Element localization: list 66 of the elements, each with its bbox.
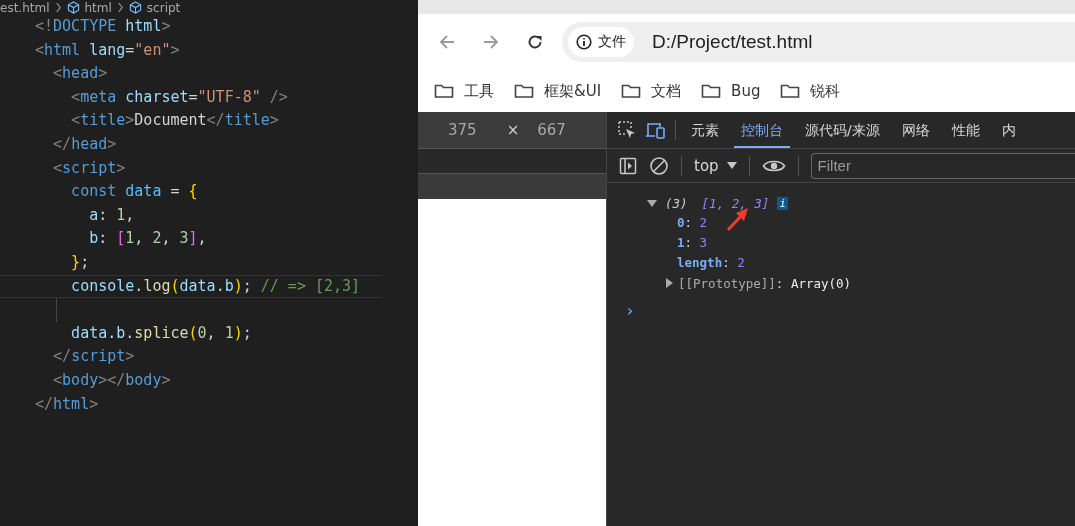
prototype-property[interactable]: [[Prototype]]: Array(0)	[678, 275, 852, 291]
code-line: b: [1, 2, 3],	[88, 228, 208, 250]
breadcrumb-item[interactable]: html	[84, 0, 112, 15]
code-line: };	[70, 251, 91, 273]
code-line: </html>	[35, 393, 100, 415]
folder-icon	[701, 83, 722, 99]
code-line: <script>	[52, 157, 127, 179]
bookmark-folder[interactable]: Bug	[701, 82, 761, 100]
array-property: 0: 2	[677, 214, 708, 232]
devtools-tab[interactable]: 性能	[944, 112, 987, 148]
reload-icon[interactable]	[526, 33, 544, 51]
viewport-height[interactable]: 667	[537, 121, 566, 139]
info-icon	[576, 34, 592, 50]
array-length: (3)	[665, 195, 688, 211]
devtools-tab[interactable]: 网络	[894, 112, 937, 148]
code-line: </script>	[52, 346, 136, 368]
array-property: length: 2	[677, 254, 745, 272]
expand-triangle-icon[interactable]	[647, 198, 657, 208]
caret-icon	[726, 161, 737, 170]
device-toggle-icon[interactable]	[645, 120, 667, 140]
code-line: </head>	[52, 133, 118, 155]
cube-icon	[66, 1, 80, 14]
devtools-tab[interactable]: 内	[994, 112, 1023, 148]
site-info-chip[interactable]: 文件	[568, 27, 634, 57]
url-text: D:/Project/test.html	[652, 31, 813, 53]
bookmark-folder[interactable]: 文档	[621, 81, 682, 101]
clear-icon[interactable]	[649, 155, 669, 176]
bookmark-folder[interactable]: 框架&UI	[514, 81, 602, 101]
breadcrumb-item[interactable]: est.html	[0, 0, 50, 15]
code-line: <html lang="en">	[35, 39, 181, 61]
inspect-icon[interactable]	[617, 120, 637, 140]
breadcrumb-item[interactable]: script	[146, 0, 181, 15]
folder-icon	[514, 83, 534, 99]
address-bar[interactable]: 文件 D:/Project/test.html	[562, 22, 1075, 62]
code-line: a: 1,	[88, 204, 136, 226]
bookmark-folder[interactable]: 工具	[434, 81, 494, 101]
devtools-tab[interactable]: 元素	[684, 112, 726, 148]
bookmark-folder[interactable]: 锐科	[780, 81, 841, 101]
chevron-icon	[116, 2, 124, 13]
code-line: <title>Document</title>	[70, 110, 280, 132]
back-icon[interactable]	[438, 33, 456, 51]
times-sign: ×	[506, 121, 520, 139]
array-property: 1: 3	[677, 234, 708, 252]
folder-icon	[780, 83, 801, 99]
code-line: data.b.splice(0, 1);	[70, 322, 253, 344]
code-line: const data = {	[70, 181, 199, 203]
devtools-tab[interactable]: 源代码/来源	[798, 112, 887, 148]
array-preview[interactable]: [1, 2, 3]	[701, 195, 770, 211]
console-prompt[interactable]: ›	[625, 301, 637, 320]
code-line: console.log(data.b); // => [2,3]	[0, 274, 382, 299]
expand-triangle-icon[interactable]	[664, 278, 674, 288]
forward-icon[interactable]	[482, 33, 500, 51]
folder-icon	[621, 83, 642, 99]
code-line: <meta charset="UTF-8" />	[70, 86, 289, 108]
code-line: <head>	[52, 63, 109, 85]
viewport-width[interactable]: 375	[448, 121, 477, 139]
filter-field[interactable]: Filter	[810, 152, 1075, 179]
sidebar-icon[interactable]	[619, 156, 637, 175]
folder-icon	[434, 83, 454, 99]
info-badge[interactable]: i	[777, 196, 789, 210]
devtools-tab[interactable]: 控制台	[734, 112, 790, 148]
context-dropdown[interactable]: top	[694, 156, 737, 175]
code-line: <!DOCTYPE html>	[35, 16, 172, 37]
chevron-icon	[54, 2, 62, 13]
cube-icon	[128, 1, 142, 14]
code-line: <body></body>	[52, 369, 172, 391]
